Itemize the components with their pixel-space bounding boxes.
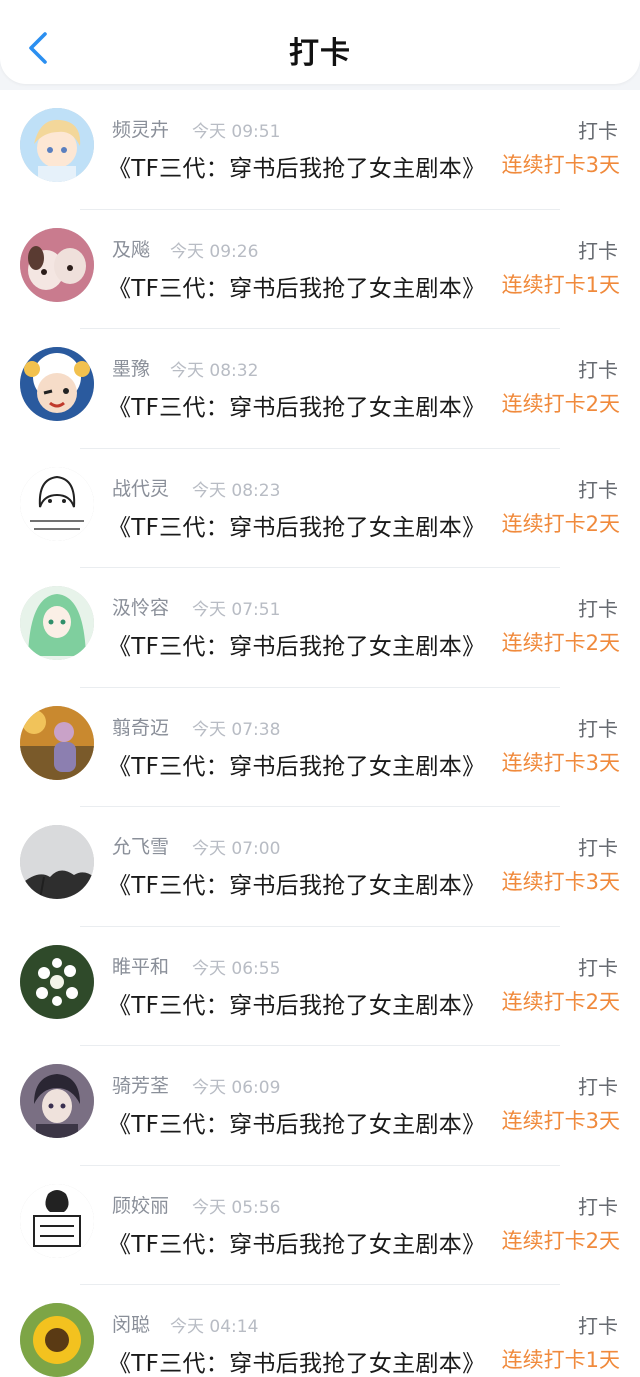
checkin-list: 频灵卉 今天 09:51 打卡 《TF三代：穿书后我抢了女主剧本》 连续打卡3天… xyxy=(0,90,640,1377)
checkin-time: 今天 05:56 xyxy=(192,1197,281,1218)
cartoon-sheep-avatar xyxy=(20,347,94,421)
streak-badge: 连续打卡1天 xyxy=(501,272,620,297)
checkin-time: 今天 07:38 xyxy=(192,719,281,740)
list-item[interactable]: 战代灵 今天 08:23 打卡 《TF三代：穿书后我抢了女主剧本》 连续打卡2天 xyxy=(0,449,640,568)
anime-dark-boy-avatar xyxy=(20,1064,94,1138)
white-flowers-avatar xyxy=(20,944,94,1019)
checkin-type: 打卡 xyxy=(578,119,618,143)
avatar[interactable] xyxy=(20,705,94,780)
avatar[interactable] xyxy=(20,1303,94,1377)
book-title[interactable]: 《TF三代：穿书后我抢了女主剧本》 xyxy=(108,149,485,183)
book-title[interactable]: 《TF三代：穿书后我抢了女主剧本》 xyxy=(108,747,485,781)
top-bar: 打卡 xyxy=(0,0,640,84)
avatar[interactable] xyxy=(20,227,94,302)
avatar[interactable] xyxy=(20,466,94,541)
avatar[interactable] xyxy=(20,108,94,182)
avatar[interactable] xyxy=(20,586,94,660)
book-title[interactable]: 《TF三代：穿书后我抢了女主剧本》 xyxy=(108,269,485,303)
streak-badge: 连续打卡3天 xyxy=(501,870,620,894)
streak-badge: 连续打卡1天 xyxy=(501,1348,620,1372)
sketch-girl-avatar xyxy=(20,466,94,541)
streak-badge: 连续打卡2天 xyxy=(501,631,620,655)
green-hair-avatar xyxy=(20,586,94,660)
checkin-type: 打卡 xyxy=(578,1314,618,1338)
checkin-type: 打卡 xyxy=(578,836,618,860)
user-name: 战代灵 xyxy=(112,477,170,500)
avatar[interactable] xyxy=(20,1064,94,1138)
checkin-time: 今天 08:32 xyxy=(170,361,259,381)
streak-badge: 连续打卡3天 xyxy=(501,1109,620,1133)
book-title[interactable]: 《TF三代：穿书后我抢了女主剧本》 xyxy=(108,627,485,661)
user-name: 及飚 xyxy=(112,238,151,261)
list-item[interactable]: 闵聪 今天 04:14 打卡 《TF三代：穿书后我抢了女主剧本》 连续打卡1天 xyxy=(0,1285,640,1377)
user-name: 睢平和 xyxy=(112,955,170,978)
user-name: 骑芳荃 xyxy=(112,1075,170,1097)
tree-sky-avatar xyxy=(20,825,94,899)
checkin-time: 今天 04:14 xyxy=(170,1317,259,1337)
checkin-type: 打卡 xyxy=(578,477,618,502)
user-name: 墨豫 xyxy=(112,358,151,380)
book-title[interactable]: 《TF三代：穿书后我抢了女主剧本》 xyxy=(108,1105,485,1139)
checkin-type: 打卡 xyxy=(578,597,618,621)
streak-badge: 连续打卡2天 xyxy=(501,511,620,536)
list-item[interactable]: 及飚 今天 09:26 打卡 《TF三代：穿书后我抢了女主剧本》 连续打卡1天 xyxy=(0,210,640,329)
book-title[interactable]: 《TF三代：穿书后我抢了女主剧本》 xyxy=(108,866,485,900)
checkin-time: 今天 08:23 xyxy=(192,480,281,501)
checkin-type: 打卡 xyxy=(578,358,618,382)
streak-badge: 连续打卡2天 xyxy=(501,1228,620,1253)
user-name: 频灵卉 xyxy=(112,119,170,141)
streak-badge: 连续打卡3天 xyxy=(501,153,620,177)
checkin-time: 今天 06:09 xyxy=(192,1078,281,1098)
checkin-time: 今天 09:26 xyxy=(170,241,259,262)
checkin-time: 今天 09:51 xyxy=(192,122,281,142)
user-name: 翦奇迈 xyxy=(112,716,170,739)
checkin-time: 今天 06:55 xyxy=(192,958,281,979)
checkin-type: 打卡 xyxy=(578,1194,618,1219)
book-title[interactable]: 《TF三代：穿书后我抢了女主剧本》 xyxy=(108,986,485,1020)
avatar[interactable] xyxy=(20,1183,94,1258)
list-item[interactable]: 频灵卉 今天 09:51 打卡 《TF三代：穿书后我抢了女主剧本》 连续打卡3天 xyxy=(0,90,640,210)
book-title[interactable]: 《TF三代：穿书后我抢了女主剧本》 xyxy=(108,388,485,422)
autumn-girl-avatar xyxy=(20,705,94,780)
sunflower-avatar xyxy=(20,1303,94,1377)
checkin-type: 打卡 xyxy=(578,716,618,741)
book-title[interactable]: 《TF三代：穿书后我抢了女主剧本》 xyxy=(108,1344,485,1377)
avatar[interactable] xyxy=(20,825,94,899)
checkin-type: 打卡 xyxy=(578,1075,618,1099)
list-item[interactable]: 允飞雪 今天 07:00 打卡 《TF三代：穿书后我抢了女主剧本》 连续打卡3天 xyxy=(0,807,640,927)
checkin-type: 打卡 xyxy=(578,955,618,980)
user-name: 允飞雪 xyxy=(112,836,170,858)
checkin-time: 今天 07:51 xyxy=(192,600,281,620)
list-item[interactable]: 骑芳荃 今天 06:09 打卡 《TF三代：穿书后我抢了女主剧本》 连续打卡3天 xyxy=(0,1046,640,1166)
streak-badge: 连续打卡2天 xyxy=(501,392,620,416)
user-name: 汲怜容 xyxy=(112,597,170,619)
avatar[interactable] xyxy=(20,944,94,1019)
checkin-type: 打卡 xyxy=(578,238,618,263)
list-item[interactable]: 睢平和 今天 06:55 打卡 《TF三代：穿书后我抢了女主剧本》 连续打卡2天 xyxy=(0,927,640,1046)
sketch-sign-avatar xyxy=(20,1183,94,1258)
puppy-avatar xyxy=(20,227,94,302)
book-title[interactable]: 《TF三代：穿书后我抢了女主剧本》 xyxy=(108,508,485,542)
list-item[interactable]: 翦奇迈 今天 07:38 打卡 《TF三代：穿书后我抢了女主剧本》 连续打卡3天 xyxy=(0,688,640,807)
streak-badge: 连续打卡2天 xyxy=(501,989,620,1014)
book-title[interactable]: 《TF三代：穿书后我抢了女主剧本》 xyxy=(108,1225,485,1259)
checkin-time: 今天 07:00 xyxy=(192,839,281,859)
user-name: 顾姣丽 xyxy=(112,1194,170,1217)
anime-boy-avatar xyxy=(20,108,94,182)
user-name: 闵聪 xyxy=(112,1314,151,1336)
list-item[interactable]: 汲怜容 今天 07:51 打卡 《TF三代：穿书后我抢了女主剧本》 连续打卡2天 xyxy=(0,568,640,688)
streak-badge: 连续打卡3天 xyxy=(501,750,620,775)
page-title: 打卡 xyxy=(289,36,351,71)
list-item[interactable]: 墨豫 今天 08:32 打卡 《TF三代：穿书后我抢了女主剧本》 连续打卡2天 xyxy=(0,329,640,449)
list-item[interactable]: 顾姣丽 今天 05:56 打卡 《TF三代：穿书后我抢了女主剧本》 连续打卡2天 xyxy=(0,1166,640,1285)
avatar[interactable] xyxy=(20,347,94,421)
